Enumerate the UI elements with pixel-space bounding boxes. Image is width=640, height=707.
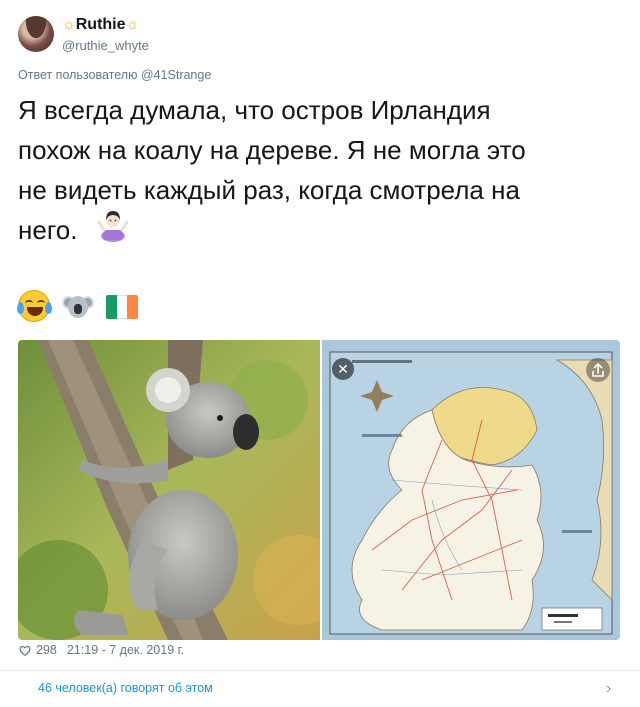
avatar[interactable]: [18, 16, 54, 52]
koala-image: [18, 340, 320, 640]
ireland-map-image: [322, 340, 620, 640]
sun-icon: ☼: [125, 16, 140, 33]
divider: [0, 670, 640, 671]
share-icon[interactable]: [586, 358, 610, 382]
chevron-right-icon[interactable]: ›: [606, 680, 611, 698]
like-button[interactable]: 298: [18, 643, 57, 657]
author-handle[interactable]: @ruthie_whyte: [62, 38, 149, 53]
tweet-line: Я всегда думала, что остров Ирландия: [18, 95, 491, 125]
ireland-flag-icon: [106, 295, 138, 319]
tweet-media[interactable]: ✕: [18, 340, 620, 640]
emoji-row: [17, 288, 138, 324]
ireland-map[interactable]: ✕: [322, 340, 620, 640]
close-icon[interactable]: ✕: [332, 358, 354, 380]
woman-shrugging-icon: [98, 211, 128, 242]
author-name[interactable]: ☼Ruthie☼: [62, 16, 139, 34]
koala-photo[interactable]: [18, 340, 320, 640]
tweet-header: ☼Ruthie☼ @ruthie_whyte: [18, 14, 618, 58]
koala-icon: [62, 290, 94, 322]
tweet-line: не видеть каждый раз, когда смотрела на: [18, 175, 520, 205]
reply-to-label[interactable]: Ответ пользователю @41Strange: [18, 68, 211, 82]
author-display-name[interactable]: Ruthie: [76, 16, 126, 33]
tweet-line: похож на коалу на дереве. Я не могла это: [18, 135, 526, 165]
tweet-timestamp[interactable]: 21:19 - 7 дек. 2019 г.: [67, 643, 184, 657]
face-with-tears-of-joy-icon: [17, 290, 52, 322]
tweet-meta: 298 21:19 - 7 дек. 2019 г.: [18, 643, 184, 657]
like-count: 298: [36, 643, 57, 657]
sun-icon: ☼: [62, 16, 76, 33]
talking-about-link[interactable]: 46 человек(а) говорят об этом: [38, 681, 213, 695]
heart-icon: [19, 646, 31, 656]
